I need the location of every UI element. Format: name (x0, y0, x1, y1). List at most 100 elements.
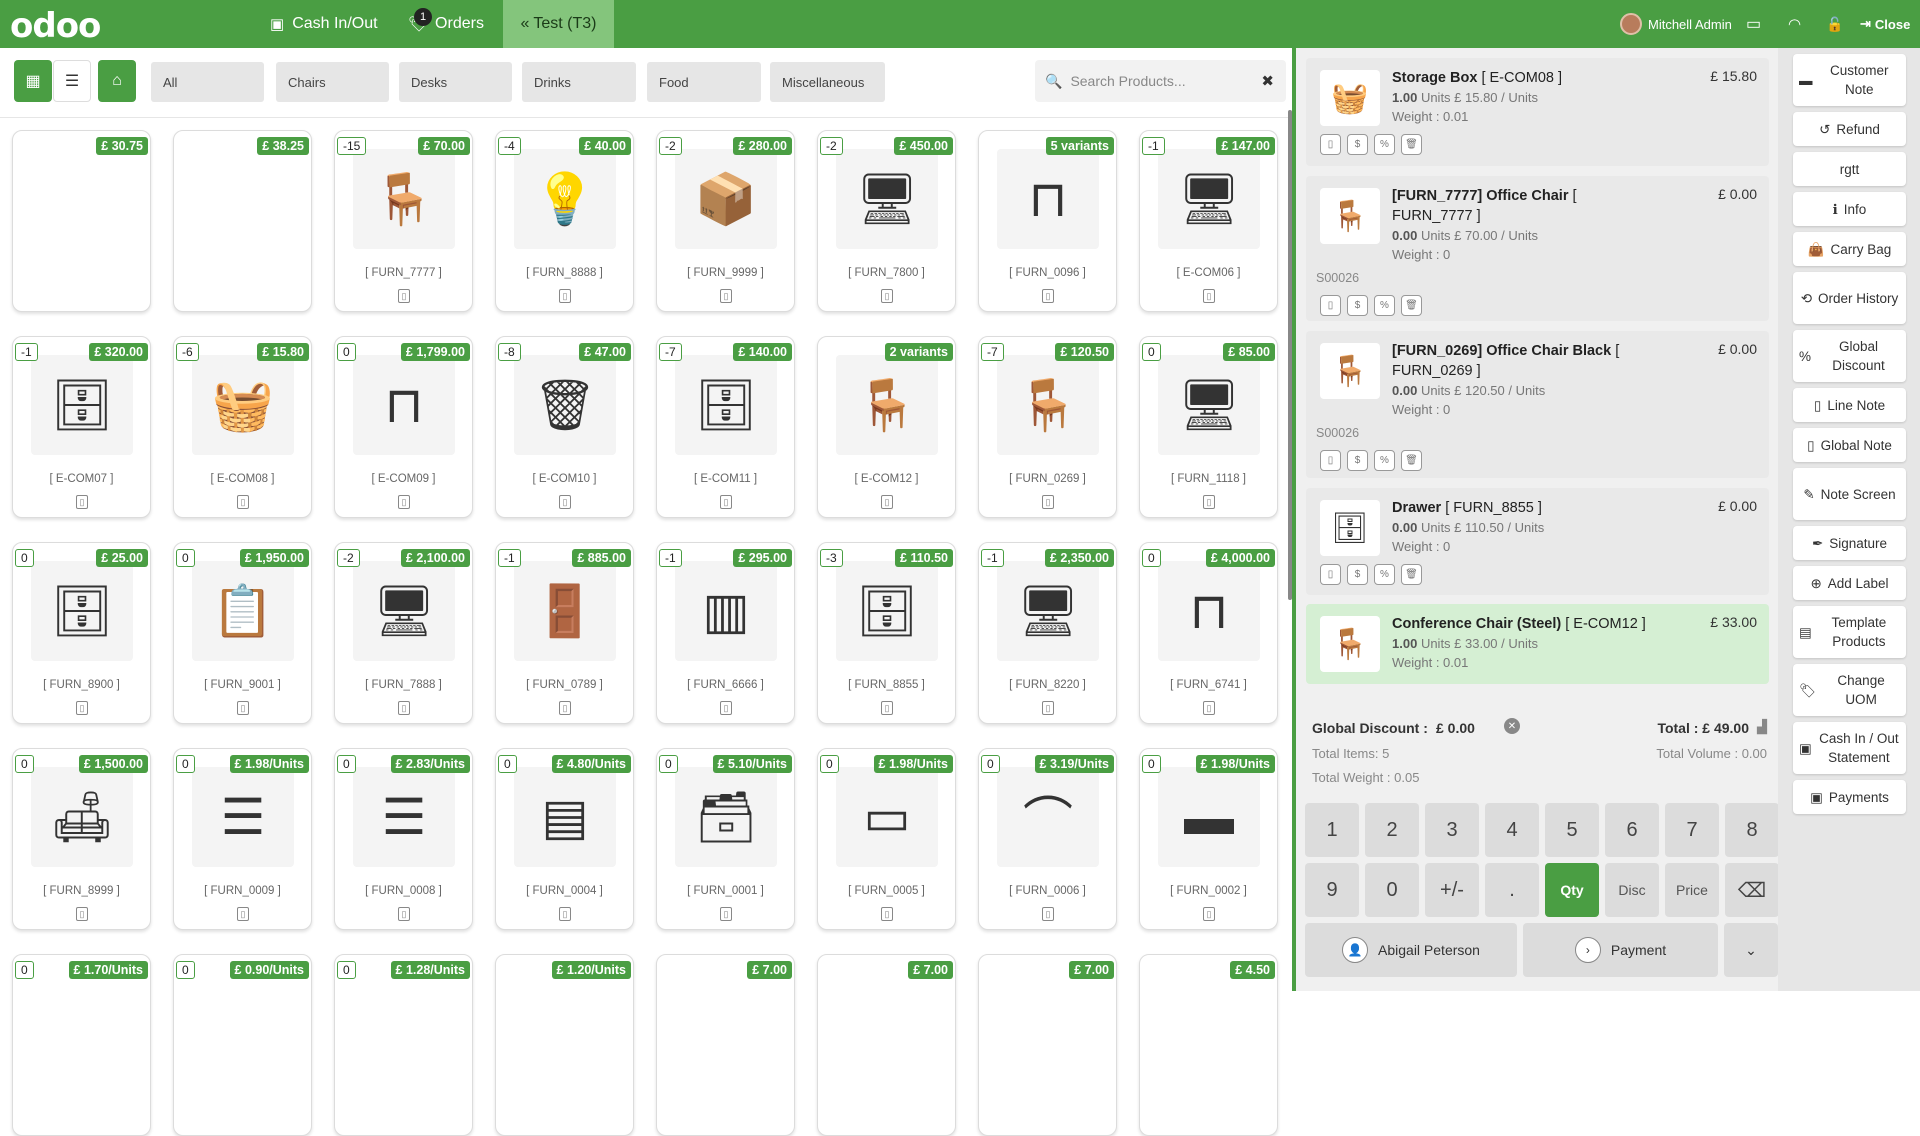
product-card[interactable]: 🛋 0 £ 1,500.00 [ FURN_8999 ] ▯ (12, 748, 151, 930)
line-price-icon[interactable]: $ (1347, 134, 1368, 155)
product-card[interactable]: ⌒ 0 £ 3.19/Units [ FURN_0006 ] ▯ (978, 748, 1117, 930)
line-discount-icon[interactable]: % (1374, 134, 1395, 155)
order-line[interactable]: 🪑 [FURN_7777] Office Chair [ FURN_7777 ] £… (1306, 176, 1769, 321)
numpad-qty-mode[interactable]: Qty (1545, 863, 1599, 917)
category-all[interactable]: All (151, 62, 264, 102)
product-card[interactable]: 🗄 -7 £ 140.00 [ E-COM11 ] ▯ (656, 336, 795, 518)
product-card[interactable]: 🗄 -1 £ 320.00 [ E-COM07 ] ▯ (12, 336, 151, 518)
category-drinks[interactable]: Drinks (522, 62, 636, 102)
line-delete-icon[interactable]: 🗑 (1401, 134, 1422, 155)
numpad-7[interactable]: 7 (1665, 803, 1719, 857)
product-info-icon[interactable]: ▯ (559, 289, 571, 303)
product-card[interactable]: 🖥 -2 £ 450.00 [ FURN_7800 ] ▯ (817, 130, 956, 312)
product-card[interactable]: 🚪 -1 £ 885.00 [ FURN_0789 ] ▯ (495, 542, 634, 724)
payment-button[interactable]: › Payment (1523, 923, 1718, 977)
product-card[interactable]: £ 7.00 (817, 954, 956, 1136)
search-input[interactable]: Search Products... (1070, 73, 1185, 89)
order-line[interactable]: 🪑 Conference Chair (Steel) [ E-COM12 ] £ 3… (1306, 604, 1769, 684)
customer-button[interactable]: 👤 Abigail Peterson (1305, 923, 1517, 977)
tab-current-order[interactable]: « Test (T3) (503, 0, 614, 48)
clear-search-icon[interactable]: ✖ (1261, 72, 1274, 90)
list-view-button[interactable]: ☰ (53, 60, 91, 102)
product-card[interactable]: 🧺 -6 £ 15.80 [ E-COM08 ] ▯ (173, 336, 312, 518)
product-card[interactable]: 0 £ 0.90/Units (173, 954, 312, 1136)
signature-button[interactable]: ✒ Signature (1793, 526, 1906, 560)
product-info-icon[interactable]: ▯ (720, 495, 732, 509)
product-card[interactable]: 🗃 0 £ 5.10/Units [ FURN_0001 ] ▯ (656, 748, 795, 930)
product-info-icon[interactable]: ▯ (559, 907, 571, 921)
product-info-icon[interactable]: ▯ (237, 701, 249, 715)
global-note-button[interactable]: ▯ Global Note (1793, 428, 1906, 462)
product-card[interactable]: £ 4.50 (1139, 954, 1278, 1136)
product-card[interactable]: 💡 -4 £ 40.00 [ FURN_8888 ] ▯ (495, 130, 634, 312)
cash-in-out-button[interactable]: ▣ Cash In/Out (270, 0, 378, 48)
more-actions-button[interactable]: ⌄ (1724, 923, 1778, 977)
wifi-icon[interactable]: ◠ (1788, 0, 1801, 48)
product-card[interactable]: 🪑 2 variants [ E-COM12 ] ▯ (817, 336, 956, 518)
product-info-icon[interactable]: ▯ (1042, 701, 1054, 715)
product-info-icon[interactable]: ▯ (1042, 289, 1054, 303)
product-card[interactable]: 📋 0 £ 1,950.00 [ FURN_9001 ] ▯ (173, 542, 312, 724)
numpad-decimal[interactable]: . (1485, 863, 1539, 917)
product-info-icon[interactable]: ▯ (1042, 907, 1054, 921)
product-card[interactable]: 🪑 -7 £ 120.50 [ FURN_0269 ] ▯ (978, 336, 1117, 518)
numpad-1[interactable]: 1 (1305, 803, 1359, 857)
line-info-icon[interactable]: ▯ (1320, 564, 1341, 585)
product-info-icon[interactable]: ▯ (1042, 495, 1054, 509)
category-chairs[interactable]: Chairs (276, 62, 389, 102)
line-note-button[interactable]: ▯ Line Note (1793, 388, 1906, 422)
category-food[interactable]: Food (647, 62, 761, 102)
grid-view-button[interactable]: ▦ (14, 60, 52, 102)
product-info-icon[interactable]: ▯ (1203, 907, 1215, 921)
order-line[interactable]: 🪑 [FURN_0269] Office Chair Black [ FURN_0… (1306, 331, 1769, 478)
screen-icon[interactable]: ▭ (1746, 0, 1761, 48)
product-card[interactable]: £ 38.25 (173, 130, 312, 312)
product-card[interactable]: ▬ 0 £ 1.98/Units [ FURN_0002 ] ▯ (1139, 748, 1278, 930)
product-info-icon[interactable]: ▯ (76, 701, 88, 715)
category-desks[interactable]: Desks (399, 62, 512, 102)
product-info-icon[interactable]: ▯ (881, 701, 893, 715)
line-info-icon[interactable]: ▯ (1320, 295, 1341, 316)
line-price-icon[interactable]: $ (1347, 564, 1368, 585)
product-card[interactable]: 🗄 -3 £ 110.50 [ FURN_8855 ] ▯ (817, 542, 956, 724)
product-info-icon[interactable]: ▯ (398, 289, 410, 303)
product-info-icon[interactable]: ▯ (881, 495, 893, 509)
product-info-icon[interactable]: ▯ (76, 907, 88, 921)
product-card[interactable]: 🪑 -15 £ 70.00 [ FURN_7777 ] ▯ (334, 130, 473, 312)
product-card[interactable]: 🖥 -1 £ 2,350.00 [ FURN_8220 ] ▯ (978, 542, 1117, 724)
line-delete-icon[interactable]: 🗑 (1401, 450, 1422, 471)
product-info-icon[interactable]: ▯ (237, 907, 249, 921)
numpad-5[interactable]: 5 (1545, 803, 1599, 857)
line-price-icon[interactable]: $ (1347, 450, 1368, 471)
product-card[interactable]: 📦 -2 £ 280.00 [ FURN_9999 ] ▯ (656, 130, 795, 312)
product-info-icon[interactable]: ▯ (398, 495, 410, 509)
product-info-icon[interactable]: ▯ (559, 495, 571, 509)
product-card[interactable]: £ 7.00 (656, 954, 795, 1136)
line-discount-icon[interactable]: % (1374, 450, 1395, 471)
add-label-button[interactable]: ⊕ Add Label (1793, 566, 1906, 600)
customer-note-button[interactable]: ▬ Customer Note (1793, 54, 1906, 106)
product-card[interactable]: 🖥 0 £ 85.00 [ FURN_1118 ] ▯ (1139, 336, 1278, 518)
remove-discount-icon[interactable]: ✕ (1504, 718, 1520, 734)
template-products-button[interactable]: ▤ Template Products (1793, 606, 1906, 658)
carry-bag-button[interactable]: 👜 Carry Bag (1793, 232, 1906, 266)
product-info-icon[interactable]: ▯ (398, 701, 410, 715)
numpad-6[interactable]: 6 (1605, 803, 1659, 857)
product-card[interactable]: ⊓ 5 variants [ FURN_0096 ] ▯ (978, 130, 1117, 312)
line-discount-icon[interactable]: % (1374, 564, 1395, 585)
lock-icon[interactable]: 🔓 (1826, 0, 1843, 48)
product-info-icon[interactable]: ▯ (720, 289, 732, 303)
numpad-plus-minus[interactable]: +/- (1425, 863, 1479, 917)
product-card[interactable]: £ 7.00 (978, 954, 1117, 1136)
product-card[interactable]: £ 1.20/Units (495, 954, 634, 1136)
order-line[interactable]: 🗄 Drawer [ FURN_8855 ] £ 0.00 0.00 Units £ … (1306, 488, 1769, 595)
home-category-button[interactable]: ⌂ (98, 60, 136, 102)
product-card[interactable]: ⊓ 0 £ 1,799.00 [ E-COM09 ] ▯ (334, 336, 473, 518)
product-info-icon[interactable]: ▯ (559, 701, 571, 715)
product-info-icon[interactable]: ▯ (881, 907, 893, 921)
product-info-icon[interactable]: ▯ (1203, 701, 1215, 715)
global-discount-button[interactable]: % Global Discount (1793, 330, 1906, 382)
product-card[interactable]: 🖥 -1 £ 147.00 [ E-COM06 ] ▯ (1139, 130, 1278, 312)
product-card[interactable]: 🗄 0 £ 25.00 [ FURN_8900 ] ▯ (12, 542, 151, 724)
order-line[interactable]: 🧺 Storage Box [ E-COM08 ] £ 15.80 1.00 Unit… (1306, 58, 1769, 166)
